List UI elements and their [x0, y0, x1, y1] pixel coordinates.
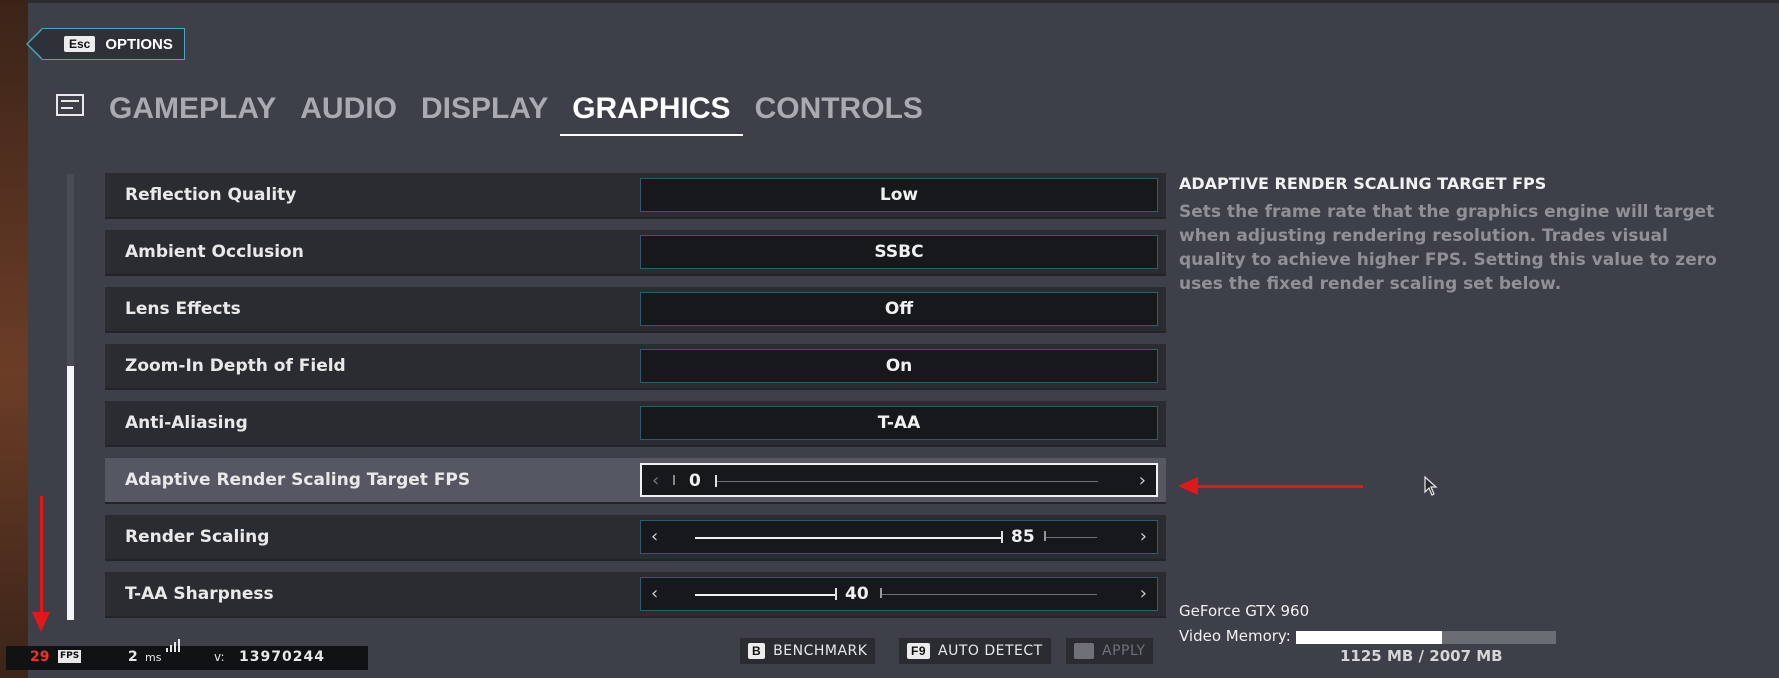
render-scaling-slider[interactable]: ‹ 85 › [640, 520, 1158, 554]
slider-track[interactable] [716, 481, 1098, 482]
chevron-left-icon[interactable]: ‹ [652, 465, 659, 497]
settings-scrollbar-thumb[interactable] [67, 366, 74, 620]
setting-row-reflection-quality[interactable]: Reflection Quality Low [105, 173, 1166, 219]
slider-value: 40 [845, 584, 869, 604]
tab-display[interactable]: DISPLAY [409, 88, 560, 136]
annotation-arrow-horizontal [1195, 485, 1363, 488]
setting-label: Render Scaling [125, 527, 270, 547]
setting-label: Anti-Aliasing [125, 413, 248, 433]
annotation-arrow-vertical [40, 496, 43, 616]
tab-controls[interactable]: CONTROLS [743, 88, 935, 136]
gpu-name: GeForce GTX 960 [1179, 602, 1310, 620]
options-tabs: GAMEPLAY AUDIO DISPLAY GRAPHICS CONTROLS [109, 88, 935, 136]
video-memory-label: Video Memory: [1179, 627, 1291, 645]
reflection-quality-selector[interactable]: Low [640, 178, 1158, 212]
taa-sharpness-slider[interactable]: ‹ 40 › [640, 577, 1158, 611]
setting-value: SSBC [874, 242, 924, 262]
setting-row-render-scaling[interactable]: Render Scaling ‹ 85 › [105, 515, 1166, 561]
annotation-arrow-head-left [1178, 477, 1198, 495]
setting-row-ambient-occlusion[interactable]: Ambient Occlusion SSBC [105, 230, 1166, 276]
fps-badge: FPS [58, 650, 82, 663]
tab-graphics[interactable]: GRAPHICS [560, 88, 743, 136]
description-body: Sets the frame rate that the graphics en… [1179, 202, 1717, 294]
anti-aliasing-selector[interactable]: T-AA [640, 406, 1158, 440]
slider-min-tick [673, 475, 675, 485]
menu-icon-line [61, 100, 79, 102]
slider-handle[interactable] [715, 475, 717, 487]
setting-value: On [885, 356, 913, 376]
setting-row-lens-effects[interactable]: Lens Effects Off [105, 287, 1166, 333]
slider-max-tick [1044, 531, 1046, 541]
slider-fill [695, 537, 1001, 539]
adaptive-render-fps-slider[interactable]: ‹ 0 › [640, 463, 1158, 497]
auto-detect-label: AUTO DETECT [938, 643, 1043, 659]
annotation-arrow-head-down [32, 612, 50, 632]
video-memory-text: 1125 MB / 2007 MB [1340, 647, 1503, 665]
auto-detect-button[interactable]: F9 AUTO DETECT [899, 638, 1051, 664]
version-label: v: [214, 650, 225, 664]
setting-label: Reflection Quality [125, 185, 297, 205]
chevron-left-icon[interactable]: ‹ [651, 578, 658, 610]
benchmark-label: BENCHMARK [773, 643, 868, 659]
latency-unit: ms [145, 651, 162, 664]
setting-value: T-AA [877, 413, 921, 433]
setting-label: Ambient Occlusion [125, 242, 304, 262]
benchmark-key: B [748, 643, 766, 659]
chevron-left-icon[interactable]: ‹ [651, 521, 658, 553]
slider-handle[interactable] [1001, 531, 1003, 543]
setting-row-anti-aliasing[interactable]: Anti-Aliasing T-AA [105, 401, 1166, 447]
auto-detect-key: F9 [907, 643, 931, 659]
slider-handle[interactable] [835, 588, 837, 600]
benchmark-button[interactable]: B BENCHMARK [740, 638, 876, 664]
description-title: ADAPTIVE RENDER SCALING TARGET FPS [1179, 174, 1547, 193]
setting-label: T-AA Sharpness [125, 584, 274, 604]
setting-label: Lens Effects [125, 299, 241, 319]
setting-value: Low [879, 185, 919, 205]
setting-label: Zoom-In Depth of Field [125, 356, 346, 376]
latency-value: 2 [128, 649, 138, 665]
setting-row-adaptive-render-scaling-fps[interactable]: Adaptive Render Scaling Target FPS ‹ 0 › [105, 458, 1166, 504]
slider-track[interactable] [882, 594, 1097, 595]
performance-overlay: 29 FPS 2 ms v: 13970244 [6, 639, 368, 670]
tab-gameplay[interactable]: GAMEPLAY [109, 88, 288, 136]
apply-button[interactable]: APPLY [1066, 638, 1154, 664]
ambient-occlusion-selector[interactable]: SSBC [640, 235, 1158, 269]
slider-value: 0 [689, 471, 701, 491]
lens-effects-selector[interactable]: Off [640, 292, 1158, 326]
back-label: OPTIONS [105, 35, 173, 53]
zoom-in-dof-selector[interactable]: On [640, 349, 1158, 383]
version-number: 13970244 [239, 649, 325, 665]
esc-key-badge: Esc [64, 36, 96, 52]
slider-value: 85 [1011, 527, 1035, 547]
background-left-edge [0, 0, 28, 678]
video-memory-bar [1296, 631, 1556, 644]
menu-icon-line [61, 107, 73, 109]
chevron-right-icon[interactable]: › [1139, 465, 1146, 497]
apply-label: APPLY [1102, 643, 1146, 659]
setting-value: Off [884, 299, 914, 319]
tab-audio[interactable]: AUDIO [288, 88, 409, 136]
slider-track[interactable] [1046, 537, 1097, 538]
slider-fill [695, 594, 835, 596]
mouse-cursor-icon [1424, 476, 1438, 496]
slider-max-tick [880, 588, 882, 598]
setting-row-zoom-in-depth-of-field[interactable]: Zoom-In Depth of Field On [105, 344, 1166, 390]
settings-menu-icon[interactable] [56, 94, 84, 116]
setting-row-taa-sharpness[interactable]: T-AA Sharpness ‹ 40 › [105, 572, 1166, 618]
setting-label: Adaptive Render Scaling Target FPS [125, 470, 471, 490]
back-to-options-button[interactable]: Esc OPTIONS [26, 28, 185, 60]
video-memory-fill [1296, 631, 1442, 644]
chevron-right-icon[interactable]: › [1140, 521, 1147, 553]
fps-value: 29 [30, 649, 50, 665]
chevron-right-icon[interactable]: › [1140, 578, 1147, 610]
top-border [28, 0, 1779, 3]
apply-key-icon [1074, 643, 1094, 659]
